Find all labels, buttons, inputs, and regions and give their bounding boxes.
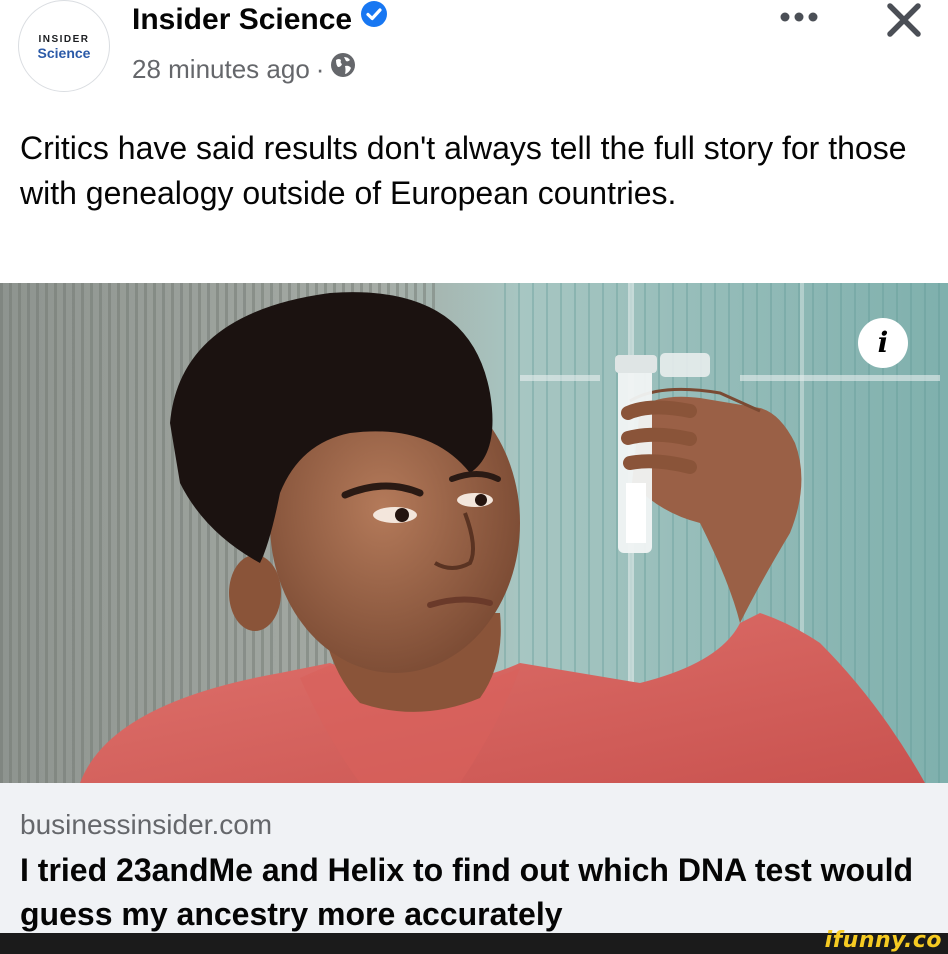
more-icon	[780, 12, 818, 22]
page-name-row: Insider Science	[132, 0, 388, 38]
link-domain: businessinsider.com	[20, 809, 273, 840]
meta-separator: ·	[315, 54, 325, 84]
post-header: INSIDER Science Insider Science 28 minut…	[0, 0, 948, 110]
watermark-bar: ifunny.co	[0, 928, 948, 954]
ifunny-watermark: ifunny.co	[824, 928, 942, 953]
close-icon	[887, 3, 921, 37]
more-options-button[interactable]	[776, 2, 822, 32]
avatar-text-science: Science	[37, 45, 91, 61]
close-button[interactable]	[884, 0, 924, 40]
avatar-text-insider: INSIDER	[38, 34, 90, 45]
post-meta: 28 minutes ago ·	[132, 52, 356, 86]
link-headline[interactable]: I tried 23andMe and Helix to find out wh…	[20, 848, 935, 936]
page-name-link[interactable]: Insider Science	[132, 3, 352, 36]
link-preview-image[interactable]	[0, 283, 948, 783]
info-icon[interactable]: i	[858, 318, 908, 368]
post-timestamp[interactable]: 28 minutes ago	[132, 52, 310, 86]
person-photo	[0, 283, 948, 783]
post-caption: Critics have said results don't always t…	[20, 130, 907, 211]
page-avatar[interactable]: INSIDER Science	[18, 0, 110, 92]
verified-badge-icon	[360, 0, 388, 37]
globe-icon	[330, 52, 356, 86]
